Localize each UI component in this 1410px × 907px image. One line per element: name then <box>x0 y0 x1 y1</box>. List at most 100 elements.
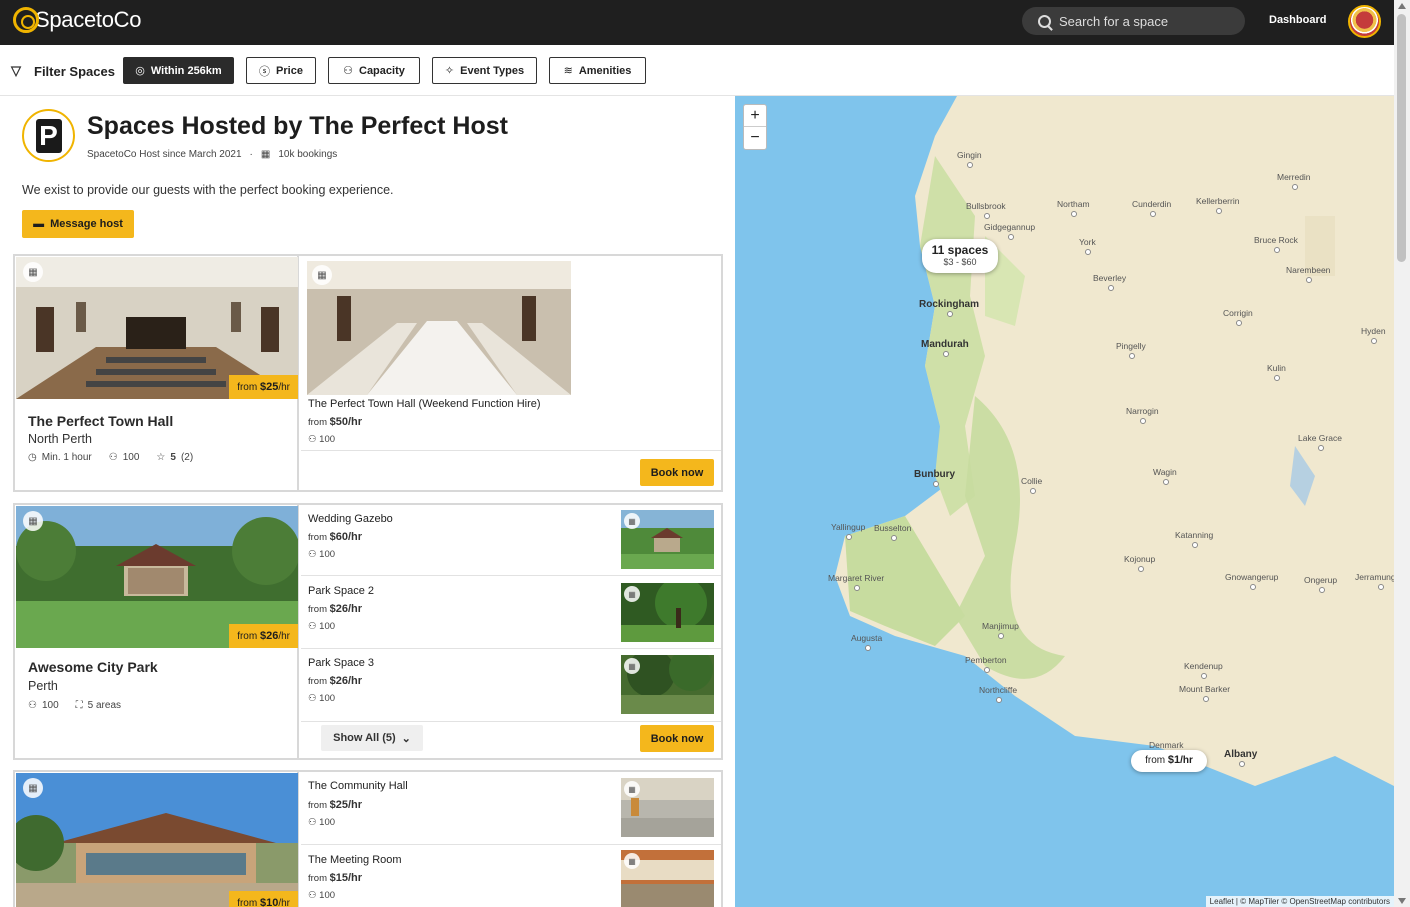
space-thumbnail[interactable]: ▦ <box>621 778 714 837</box>
rating: 5 <box>170 452 176 463</box>
price-tag: from $26/hr <box>229 624 298 648</box>
map-label: Gnowangerup <box>1225 572 1279 590</box>
listing-panel: P Spaces Hosted by The Perfect Host Spac… <box>0 96 735 907</box>
space-name[interactable]: Park Space 2 <box>308 585 374 597</box>
venue-summary[interactable]: ▦ from $10/hr <box>15 772 299 907</box>
avatar[interactable] <box>1348 5 1381 38</box>
logo-ring-icon <box>13 7 39 33</box>
calendar-icon: ▦ <box>624 781 640 797</box>
filter-chip-price[interactable]: ⓢ Price <box>246 57 316 84</box>
space-item[interactable]: The Community Hall from $25/hr ⚇ 100 ▦ <box>301 772 721 845</box>
map-label: Gidgegannup <box>984 222 1036 240</box>
show-all-button[interactable]: Show All (5) ⌄ <box>321 725 423 751</box>
zoom-out-button[interactable]: − <box>744 127 766 149</box>
calendar-icon: ▦ <box>23 778 43 798</box>
map-label: Bunbury <box>914 469 956 487</box>
book-now-button[interactable]: Book now <box>640 725 714 752</box>
top-bar: SpacetoCo Search for a space Dashboard <box>0 0 1394 45</box>
map-label: Northcliffe <box>979 685 1018 703</box>
map-label: Northam <box>1057 199 1090 217</box>
cluster-price-range: $3 - $60 <box>943 257 977 267</box>
space-thumbnail[interactable]: ▦ <box>621 850 714 907</box>
space-thumbnail[interactable]: ▦ <box>621 510 714 569</box>
venue-stats: ◷ Min. 1 hour ⚇ 100 ☆ 5 (2) <box>28 452 193 463</box>
venue-name[interactable]: Awesome City Park <box>28 659 158 675</box>
price-from: from <box>308 800 327 811</box>
zoom-in-button[interactable]: + <box>744 105 766 127</box>
space-name[interactable]: Park Space 3 <box>308 657 374 669</box>
venue-summary[interactable]: ▦ from $26/hr Awesome City Park Perth ⚇ … <box>15 505 299 758</box>
space-item[interactable]: Park Space 3 from $26/hr ⚇ 100 ▦ <box>301 650 721 722</box>
price-unit: /hr <box>348 872 363 884</box>
map-label: Augusta <box>851 633 883 651</box>
space-name[interactable]: Wedding Gazebo <box>308 513 393 525</box>
price-from: from <box>308 532 327 543</box>
scrollbar-thumb[interactable] <box>1397 14 1406 262</box>
calendar-icon: ▦ <box>624 853 640 869</box>
party-icon: ✧ <box>444 65 455 77</box>
space-item[interactable]: ▦ The Perfect Town Hall (Weekend Functio… <box>301 256 721 451</box>
people-icon: ⚇ <box>308 693 317 704</box>
chip-label: Within 256km <box>150 64 222 77</box>
space-capacity: ⚇ 100 <box>308 621 335 632</box>
space-thumbnail[interactable]: ▦ <box>621 655 714 714</box>
min-hours: Min. 1 hour <box>41 452 92 463</box>
map-label: Manjimup <box>982 621 1019 639</box>
space-name[interactable]: The Perfect Town Hall (Weekend Function … <box>308 398 541 410</box>
space-price: from $60/hr <box>308 531 362 543</box>
venue-name[interactable]: The Perfect Town Hall <box>28 413 173 429</box>
venue-image[interactable]: ▦ from $25/hr <box>16 257 298 399</box>
space-item[interactable]: Wedding Gazebo from $60/hr ⚇ 100 ▦ <box>301 505 721 576</box>
function-hall-photo <box>307 261 571 395</box>
calendar-icon: ▦ <box>624 658 640 674</box>
scroll-up-arrow-icon[interactable] <box>1398 3 1406 9</box>
calendar-icon: ▦ <box>260 149 271 160</box>
scroll-down-arrow-icon[interactable] <box>1398 898 1406 904</box>
search-icon <box>1038 14 1051 28</box>
map-label: Merredin <box>1277 172 1311 190</box>
space-item[interactable]: Park Space 2 from $26/hr ⚇ 100 ▦ <box>301 577 721 649</box>
map-label: Narembeen <box>1286 265 1331 283</box>
venue-image[interactable]: ▦ from $10/hr <box>16 773 298 907</box>
map-view[interactable]: + − Gingin Bullsbrook Gidgegannup Northa… <box>735 96 1394 907</box>
map-label: Jerramungup <box>1355 572 1394 590</box>
chip-label: Price <box>276 64 303 77</box>
filter-chip-amenities[interactable]: ≋ Amenities <box>549 57 646 84</box>
search-input[interactable]: Search for a space <box>1022 7 1245 35</box>
venue-summary[interactable]: ▦ from $25/hr The Perfect Town Hall Nort… <box>15 256 299 490</box>
map-cluster-marker[interactable]: 11 spaces $3 - $60 <box>922 239 998 273</box>
price-unit: /hr <box>348 416 363 428</box>
message-host-button[interactable]: ▬ Message host <box>22 210 134 238</box>
space-name[interactable]: The Community Hall <box>308 780 408 792</box>
spacetoco-logo[interactable]: SpacetoCo <box>13 7 141 33</box>
filter-chip-capacity[interactable]: ⚇ Capacity <box>328 57 420 84</box>
calendar-icon: ▦ <box>23 262 43 282</box>
map-label: Pemberton <box>965 655 1007 673</box>
filter-chip-distance[interactable]: ◎ Within 256km <box>123 57 234 84</box>
venue-card[interactable]: ▦ from $10/hr The Community Hall from $2… <box>13 770 723 907</box>
pin-from: from <box>1145 755 1166 766</box>
map-label: Yallingup <box>831 522 866 540</box>
venue-location: North Perth <box>28 432 92 446</box>
price-unit: /hr <box>348 531 363 543</box>
page-scrollbar[interactable] <box>1394 0 1410 907</box>
space-price: from $50/hr <box>308 416 362 428</box>
space-item[interactable]: The Meeting Room from $15/hr ⚇ 100 ▦ <box>301 846 721 907</box>
space-name[interactable]: The Meeting Room <box>308 854 402 866</box>
venue-card[interactable]: ▦ from $26/hr Awesome City Park Perth ⚇ … <box>13 503 723 760</box>
map-price-marker[interactable]: from $1/hr <box>1131 750 1207 772</box>
chip-label: Event Types <box>460 64 525 77</box>
book-now-button[interactable]: Book now <box>640 459 714 486</box>
venue-location: Perth <box>28 679 58 693</box>
space-image[interactable]: ▦ <box>307 261 571 395</box>
space-thumbnail[interactable]: ▦ <box>621 583 714 642</box>
calendar-icon: ▦ <box>624 513 640 529</box>
search-placeholder: Search for a space <box>1059 13 1169 29</box>
map-attribution[interactable]: Leaflet | © MapTiler © OpenStreetMap con… <box>1205 896 1394 907</box>
price-value: $50 <box>329 416 348 428</box>
filter-chip-event-types[interactable]: ✧ Event Types <box>432 57 537 84</box>
dashboard-link[interactable]: Dashboard <box>1269 14 1326 26</box>
venue-image[interactable]: ▦ from $26/hr <box>16 506 298 648</box>
venue-card[interactable]: ▦ from $25/hr The Perfect Town Hall Nort… <box>13 254 723 492</box>
map-label: Denmark <box>1149 740 1184 758</box>
